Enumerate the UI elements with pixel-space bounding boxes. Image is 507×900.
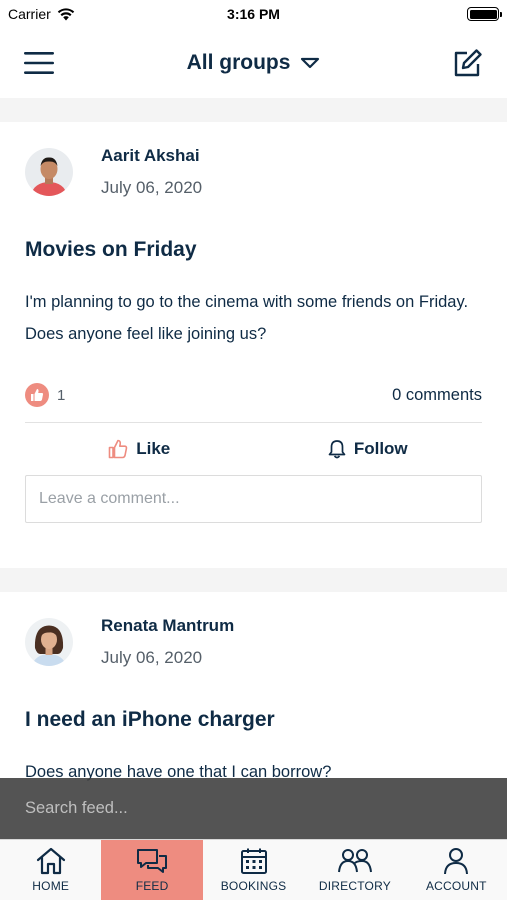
group-selector[interactable]: All groups	[187, 51, 321, 75]
calendar-icon	[240, 848, 267, 874]
comment-input[interactable]	[25, 475, 482, 523]
bell-icon	[328, 440, 346, 459]
like-button-label: Like	[136, 439, 171, 458]
status-bar: Carrier 3:16 PM	[0, 0, 507, 28]
section-separator	[0, 98, 507, 122]
like-button[interactable]: Like	[25, 439, 254, 459]
search-bar	[0, 778, 507, 839]
status-left: Carrier	[8, 6, 75, 22]
comments-count[interactable]: 0 comments	[392, 386, 482, 405]
follow-button-label: Follow	[353, 439, 408, 458]
tab-account[interactable]: ACCOUNT	[406, 840, 507, 900]
thumbs-up-icon	[108, 439, 128, 459]
status-time: 3:16 PM	[227, 6, 280, 22]
group-selector-label: All groups	[186, 51, 291, 74]
section-separator	[0, 568, 507, 592]
follow-button[interactable]: Follow	[254, 439, 483, 459]
tab-directory[interactable]: DIRECTORY	[304, 840, 405, 900]
like-badge-icon	[25, 383, 49, 407]
tab-feed[interactable]: FEED	[101, 840, 203, 900]
post-date: July 06, 2020	[101, 648, 203, 667]
like-count: 1	[57, 386, 66, 404]
tab-label: HOME	[32, 879, 70, 893]
avatar-image-renata	[25, 618, 73, 666]
post-body: I'm planning to go to the cinema with so…	[25, 293, 469, 343]
avatar-image-aarit	[25, 148, 73, 196]
avatar[interactable]	[25, 618, 73, 666]
post-stats: 1 0 comments	[25, 380, 482, 410]
author-name[interactable]: Aarit Akshai	[101, 146, 202, 166]
compose-icon	[454, 49, 482, 77]
post-meta: Renata Mantrum July 06, 2020	[101, 616, 234, 668]
post-header: Aarit Akshai July 06, 2020	[25, 122, 482, 222]
tab-bar: HOME FEED BOOKINGS DIRECTORY ACCOUNT	[0, 839, 507, 900]
home-icon	[36, 847, 65, 875]
post-meta: Aarit Akshai July 06, 2020	[101, 146, 202, 198]
author-name[interactable]: Renata Mantrum	[101, 616, 234, 636]
tab-label: ACCOUNT	[425, 879, 487, 893]
tab-label: BOOKINGS	[220, 879, 287, 893]
app-header: All groups	[0, 28, 507, 98]
person-icon	[444, 848, 469, 875]
chat-bubbles-icon	[137, 849, 168, 873]
compose-post-button[interactable]	[453, 48, 483, 78]
post-actions: Like Follow	[25, 423, 482, 475]
avatar[interactable]	[25, 148, 73, 196]
tab-label: FEED	[135, 879, 169, 893]
hamburger-menu-icon	[24, 52, 54, 74]
post-title: Movies on Friday	[25, 238, 197, 261]
post-header: Renata Mantrum July 06, 2020	[25, 592, 482, 692]
wifi-icon	[57, 7, 74, 20]
chevron-down-icon	[301, 57, 320, 69]
battery-icon	[467, 7, 502, 21]
feed-post: Aarit Akshai July 06, 2020 Movies on Fri…	[0, 122, 507, 568]
search-input[interactable]	[25, 799, 482, 818]
menu-button[interactable]	[24, 51, 54, 75]
tab-bookings[interactable]: BOOKINGS	[203, 840, 304, 900]
tab-home[interactable]: HOME	[0, 840, 101, 900]
post-date: July 06, 2020	[101, 178, 203, 197]
carrier-label: Carrier	[8, 6, 51, 22]
people-icon	[337, 849, 372, 873]
tab-label: DIRECTORY	[318, 879, 391, 893]
like-summary[interactable]: 1	[25, 383, 65, 407]
post-title: I need an iPhone charger	[25, 708, 275, 731]
